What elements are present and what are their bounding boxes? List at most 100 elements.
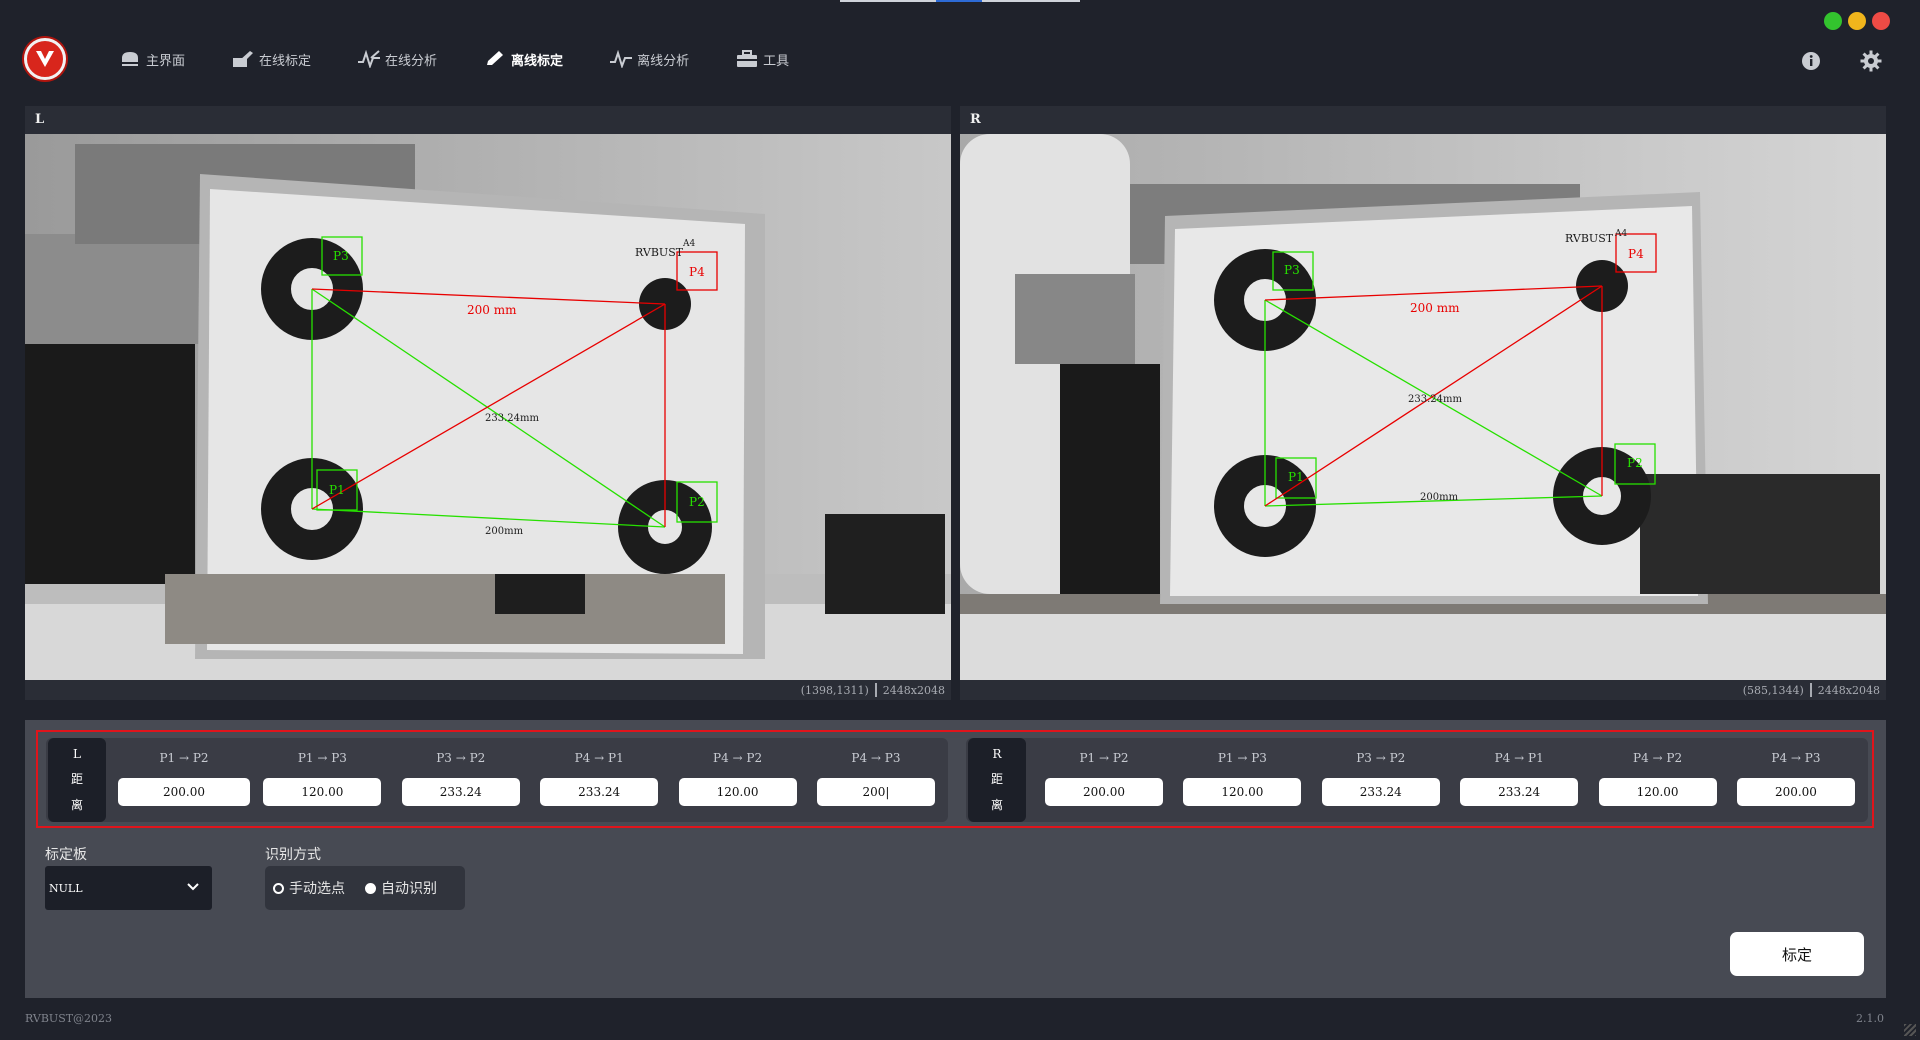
distance-input[interactable]: 120.00 bbox=[678, 778, 797, 806]
marker-p3: P3 bbox=[333, 249, 349, 263]
distance-input-box: L 距 离 P1 → P2 200.00 P1 → P3 120.00 P3 → P… bbox=[36, 730, 1874, 828]
version: 2.1.0 bbox=[1856, 1012, 1884, 1025]
gear-icon bbox=[1860, 50, 1882, 72]
distance-input[interactable]: 233.24 bbox=[540, 778, 659, 806]
label-top-distance: 200 mm bbox=[467, 303, 517, 317]
nav-label: 主界面 bbox=[146, 53, 186, 69]
distance-input[interactable]: 120.00 bbox=[263, 778, 382, 806]
label-diag-distance: 233.24mm bbox=[1408, 394, 1462, 405]
distance-input[interactable]: 233.24 bbox=[1321, 778, 1440, 806]
label-brand: RVBUST bbox=[1565, 232, 1614, 245]
nav-offline-calibration[interactable]: 离线标定 bbox=[483, 46, 563, 72]
label-sheet: A4 bbox=[1614, 229, 1627, 239]
marker-p1: P1 bbox=[329, 483, 345, 497]
left-distance-group: L 距 离 P1 → P2 200.00 P1 → P3 120.00 P3 → P… bbox=[46, 738, 948, 822]
marker-p3: P3 bbox=[1284, 263, 1300, 277]
home-icon bbox=[118, 49, 142, 69]
label-diag-distance: 233.24mm bbox=[485, 413, 539, 424]
right-distance-label: R 距 离 bbox=[968, 738, 1026, 822]
distance-input[interactable]: 233.24 bbox=[401, 778, 520, 806]
distance-cell: P4 → P1 233.24 bbox=[531, 738, 667, 822]
distance-cell: P1 → P3 120.00 bbox=[1174, 738, 1310, 822]
distance-header: P4 → P3 bbox=[1771, 751, 1821, 765]
right-camera-pane: R P3 P1 P2 P4 200 mm 233.24mm 200mm RVBU… bbox=[960, 106, 1886, 700]
distance-cell: P4 → P1 233.24 bbox=[1451, 738, 1587, 822]
distance-header: P3 → P2 bbox=[436, 751, 486, 765]
nav-offline-analysis[interactable]: 离线分析 bbox=[609, 46, 689, 72]
distance-cell: P4 → P3 200.00 bbox=[1728, 738, 1864, 822]
right-camera-image[interactable]: P3 P1 P2 P4 200 mm 233.24mm 200mm RVBUST… bbox=[960, 134, 1886, 680]
distance-header: P4 → P2 bbox=[713, 751, 763, 765]
distance-header: P1 → P2 bbox=[159, 751, 209, 765]
left-distance-label: L 距 离 bbox=[48, 738, 106, 822]
distance-cell: P4 → P3 200| bbox=[808, 738, 944, 822]
distance-input[interactable]: 233.24 bbox=[1460, 778, 1579, 806]
radio-auto[interactable]: 自动识别 bbox=[365, 878, 437, 898]
analysis-icon bbox=[357, 49, 381, 69]
radio-label: 自动识别 bbox=[381, 881, 437, 897]
maximize-button[interactable] bbox=[1824, 12, 1842, 30]
distance-header: P1 → P2 bbox=[1079, 751, 1129, 765]
status-bar: (585,1344) 2448x2048 bbox=[960, 680, 1886, 700]
nav-label: 在线标定 bbox=[259, 53, 312, 69]
toolbox-icon bbox=[735, 49, 759, 69]
board-select-value: NULL bbox=[49, 881, 83, 895]
distance-cell: P3 → P2 233.24 bbox=[1313, 738, 1449, 822]
image-resolution: 2448x2048 bbox=[882, 683, 945, 697]
label-sheet: A4 bbox=[682, 239, 695, 249]
radio-manual[interactable]: 手动选点 bbox=[273, 878, 345, 898]
settings-button[interactable] bbox=[1860, 50, 1882, 72]
label-bottom-distance: 200mm bbox=[485, 526, 524, 537]
nav-label: 在线分析 bbox=[385, 53, 438, 69]
pane-title: L bbox=[35, 112, 45, 127]
nav-online-calibration[interactable]: 在线标定 bbox=[231, 46, 311, 72]
calibration-panel: L 距 离 P1 → P2 200.00 P1 → P3 120.00 P3 → P… bbox=[25, 720, 1886, 998]
distance-cell: P4 → P2 120.00 bbox=[670, 738, 806, 822]
distance-header: P4 → P1 bbox=[574, 751, 624, 765]
left-camera-pane: L P3 P1 P2 P4 200 mm 233.24mm 200mm RVBU… bbox=[25, 106, 951, 700]
nav-online-analysis[interactable]: 在线分析 bbox=[357, 46, 437, 72]
distance-input[interactable]: 200.00 bbox=[118, 778, 250, 806]
marker-p1: P1 bbox=[1288, 470, 1304, 484]
top-indicator bbox=[840, 0, 1080, 2]
label-top-distance: 200 mm bbox=[1410, 301, 1460, 315]
calibrate-icon bbox=[231, 49, 255, 69]
info-icon bbox=[1802, 52, 1820, 70]
distance-header: P4 → P1 bbox=[1494, 751, 1544, 765]
distance-header: P3 → P2 bbox=[1356, 751, 1406, 765]
pane-title: R bbox=[970, 112, 981, 127]
nav-label: 工具 bbox=[763, 53, 790, 69]
minimize-button[interactable] bbox=[1848, 12, 1866, 30]
chart-line-icon bbox=[609, 49, 633, 69]
distance-input[interactable]: 200.00 bbox=[1045, 778, 1163, 806]
distance-cell: P3 → P2 233.24 bbox=[393, 738, 529, 822]
close-button[interactable] bbox=[1872, 12, 1890, 30]
radio-unchecked-icon bbox=[273, 882, 284, 894]
board-select[interactable]: NULL bbox=[45, 866, 212, 910]
distance-input[interactable]: 200.00 bbox=[1736, 778, 1855, 806]
board-label: 标定板 bbox=[45, 847, 87, 863]
image-resolution: 2448x2048 bbox=[1817, 683, 1880, 697]
distance-cell: P1 → P2 200.00 bbox=[116, 738, 252, 822]
resize-grip[interactable] bbox=[1904, 1024, 1916, 1036]
app-logo bbox=[24, 38, 66, 80]
distance-header: P4 → P3 bbox=[851, 751, 901, 765]
left-camera-image[interactable]: P3 P1 P2 P4 200 mm 233.24mm 200mm RVBUST… bbox=[25, 134, 951, 680]
right-distance-group: R 距 离 P1 → P2 200.00 P1 → P3 120.00 P3 → P… bbox=[966, 738, 1868, 822]
pencil-icon bbox=[483, 49, 507, 69]
distance-input[interactable]: 120.00 bbox=[1183, 778, 1302, 806]
distance-header: P1 → P3 bbox=[297, 751, 347, 765]
copyright: RVBUST@2023 bbox=[25, 1012, 113, 1025]
nav-tools[interactable]: 工具 bbox=[735, 46, 789, 72]
nav-label: 离线分析 bbox=[637, 53, 690, 69]
distance-header: P1 → P3 bbox=[1217, 751, 1267, 765]
distance-input[interactable]: 120.00 bbox=[1598, 778, 1717, 806]
distance-input[interactable]: 200| bbox=[816, 778, 935, 806]
info-button[interactable] bbox=[1800, 50, 1822, 72]
label-brand: RVBUST bbox=[635, 246, 684, 259]
calibrate-button[interactable]: 标定 bbox=[1730, 932, 1864, 976]
detect-mode-label: 识别方式 bbox=[265, 847, 321, 863]
nav-label: 离线标定 bbox=[511, 53, 564, 69]
distance-cell: P1 → P3 120.00 bbox=[254, 738, 390, 822]
nav-home[interactable]: 主界面 bbox=[118, 46, 185, 72]
